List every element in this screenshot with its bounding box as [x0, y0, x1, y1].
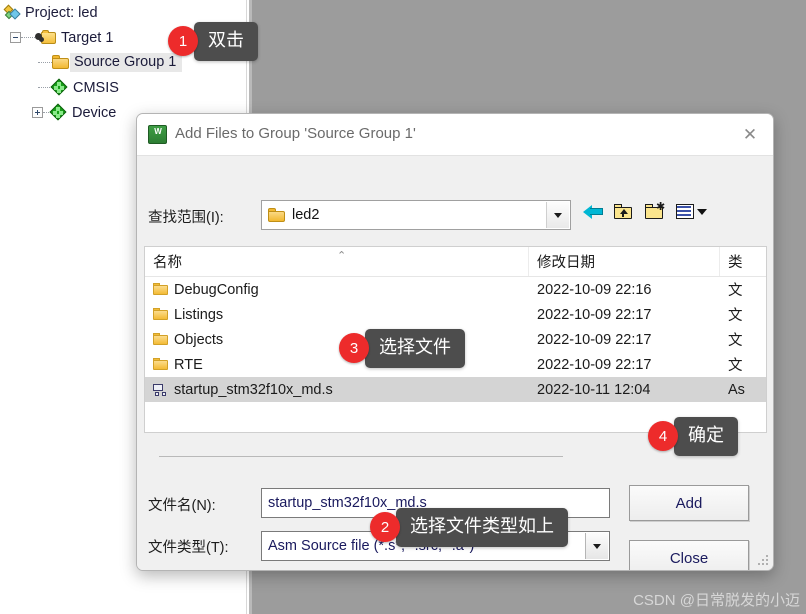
look-in-value: led2: [292, 207, 320, 223]
chevron-down-icon[interactable]: [546, 202, 569, 228]
green-diamond-icon: [50, 78, 69, 96]
folder-icon: [153, 308, 169, 321]
folder-icon: [52, 55, 70, 70]
annotation-text: 确定: [667, 417, 738, 456]
file-name-cell: Objects: [153, 332, 223, 348]
file-name: Listings: [174, 306, 224, 323]
tree-connector: [21, 36, 35, 39]
file-name: DebugConfig: [174, 281, 259, 298]
list-item[interactable]: DebugConfig 2022-10-09 22:16 文: [145, 277, 766, 302]
file-type: 文: [728, 333, 743, 349]
dialog-title: Add Files to Group 'Source Group 1': [175, 125, 416, 142]
folder-icon: [153, 333, 169, 346]
file-date: 2022-10-11 12:04: [537, 381, 651, 398]
file-name: startup_stm32f10x_md.s: [174, 381, 333, 398]
file-type: 文: [728, 308, 743, 324]
annotation-1: 1 双击: [168, 22, 258, 61]
target-folder-icon: [35, 29, 57, 46]
column-label: 类: [728, 255, 743, 271]
close-button[interactable]: Close: [629, 540, 749, 570]
tree-item-label: Source Group 1: [70, 53, 183, 72]
tree-item-label: CMSIS: [73, 79, 119, 96]
column-label: 名称: [153, 255, 182, 271]
green-diamond-icon: [49, 103, 68, 121]
file-name-cell: DebugConfig: [153, 282, 259, 298]
collapse-toggle-target[interactable]: [10, 32, 21, 43]
keil-uvision-icon: W: [148, 125, 167, 144]
annotation-4: 4 确定: [648, 417, 738, 456]
tree-item-label: Target 1: [61, 29, 114, 46]
file-name: Objects: [174, 331, 224, 348]
column-header-type[interactable]: 类: [720, 247, 766, 276]
project-icon: [3, 4, 21, 21]
new-folder-icon[interactable]: ✱: [645, 202, 665, 220]
tree-item-label: Project: led: [25, 4, 98, 21]
file-date: 2022-10-09 22:17: [537, 331, 652, 348]
back-icon[interactable]: [582, 204, 604, 220]
look-in-combobox[interactable]: led2: [261, 200, 571, 230]
folder-icon: [153, 283, 169, 296]
expand-toggle-device[interactable]: [32, 107, 43, 118]
tree-connector: [38, 61, 52, 64]
file-name-cell: Listings: [153, 307, 223, 323]
annotation-text: 选择文件: [358, 329, 465, 368]
watermark: CSDN @日常脱发的小迈: [633, 592, 800, 609]
column-label: 修改日期: [537, 255, 595, 271]
form-separator: [159, 456, 563, 457]
file-type: As: [728, 381, 745, 398]
file-date: 2022-10-09 22:16: [537, 281, 652, 298]
view-mode-icon[interactable]: [676, 204, 707, 219]
screen: Project: led Target 1 Source Group 1 CMS…: [0, 0, 806, 614]
dialog-title-bar[interactable]: W Add Files to Group 'Source Group 1' ✕: [137, 114, 773, 156]
file-list-header: 名称 ⌃ 修改日期 类: [145, 247, 766, 277]
annotation-3: 3 选择文件: [339, 329, 465, 368]
close-icon[interactable]: ✕: [733, 120, 767, 150]
file-name-cell: startup_stm32f10x_md.s: [153, 382, 333, 398]
asm-file-icon: [153, 383, 169, 397]
file-date: 2022-10-09 22:17: [537, 356, 652, 373]
annotation-text: 选择文件类型如上: [389, 508, 568, 547]
tree-item-label: Device: [72, 104, 117, 121]
file-date: 2022-10-09 22:17: [537, 306, 652, 323]
tree-item-cmsis[interactable]: CMSIS: [0, 75, 248, 100]
file-name-cell: RTE: [153, 357, 203, 373]
chevron-down-icon[interactable]: [585, 533, 608, 559]
file-type: 文: [728, 283, 743, 299]
file-type-label: 文件类型(T):: [148, 540, 229, 556]
project-tree: Project: led Target 1 Source Group 1 CMS…: [0, 0, 248, 125]
file-name: RTE: [174, 356, 203, 373]
add-button[interactable]: Add: [629, 485, 749, 521]
file-type: 文: [728, 358, 743, 374]
column-header-name[interactable]: 名称 ⌃: [145, 247, 529, 276]
annotation-text: 双击: [187, 22, 258, 61]
file-name-label: 文件名(N):: [148, 498, 216, 514]
folder-icon: [268, 207, 286, 223]
annotation-2: 2 选择文件类型如上: [370, 508, 568, 547]
list-item-selected[interactable]: startup_stm32f10x_md.s 2022-10-11 12:04 …: [145, 377, 766, 402]
list-item[interactable]: Listings 2022-10-09 22:17 文: [145, 302, 766, 327]
look-in-label: 查找范围(I):: [148, 210, 224, 226]
column-header-date[interactable]: 修改日期: [529, 247, 720, 276]
resize-grip[interactable]: [757, 555, 769, 567]
folder-icon: [153, 358, 169, 371]
up-folder-icon[interactable]: [614, 204, 633, 220]
sort-ascending-icon: ⌃: [337, 250, 347, 262]
